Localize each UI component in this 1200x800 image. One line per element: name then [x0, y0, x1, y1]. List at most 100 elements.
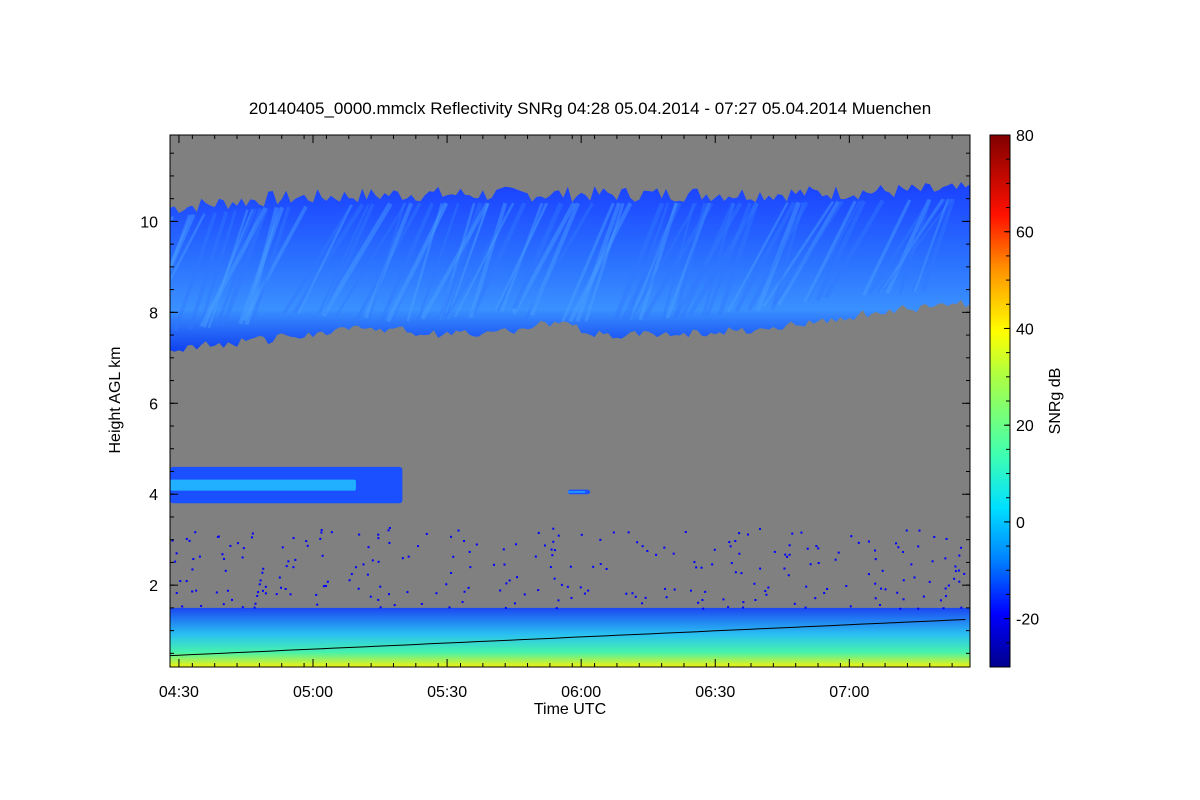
- noise-speckle: [641, 545, 644, 548]
- noise-speckle: [275, 593, 278, 596]
- noise-speckle: [742, 606, 745, 609]
- noise-speckle: [557, 534, 560, 537]
- x-tick-label: 06:30: [695, 684, 735, 701]
- noise-speckle: [734, 571, 737, 574]
- noise-speckle: [728, 541, 731, 544]
- noise-speckle: [281, 546, 284, 549]
- noise-speckle: [804, 606, 807, 609]
- y-tick-label: 10: [140, 214, 158, 231]
- noise-speckle: [292, 566, 295, 569]
- noise-speckle: [457, 529, 460, 532]
- noise-speckle: [599, 563, 602, 566]
- colorbar-tick-label: 60: [1016, 225, 1034, 242]
- noise-speckle: [917, 545, 920, 548]
- noise-speckle: [704, 590, 707, 593]
- noise-speckle: [867, 540, 870, 543]
- noise-speckle: [292, 537, 295, 540]
- noise-speckle: [350, 573, 353, 576]
- noise-speckle: [569, 565, 572, 568]
- noise-speckle: [738, 532, 741, 535]
- noise-speckle: [241, 606, 244, 609]
- noise-speckle: [306, 544, 309, 547]
- noise-speckle: [738, 552, 741, 555]
- noise-speckle: [740, 572, 743, 575]
- noise-speckle: [284, 587, 287, 590]
- noise-speckle: [857, 541, 860, 544]
- noise-speckle: [944, 557, 947, 560]
- noise-speckle: [294, 558, 297, 561]
- noise-speckle: [560, 583, 563, 586]
- noise-speckle: [933, 535, 936, 538]
- noise-speckle: [845, 585, 848, 588]
- colorbar-tick-label: 40: [1016, 321, 1034, 338]
- noise-speckle: [420, 602, 423, 605]
- noise-speckle: [788, 553, 791, 556]
- fall-streak: [170, 215, 175, 225]
- noise-speckle: [742, 601, 745, 604]
- noise-speckle: [362, 563, 365, 566]
- noise-speckle: [644, 596, 647, 599]
- noise-speckle: [583, 592, 586, 595]
- noise-speckle: [570, 596, 573, 599]
- noise-speckle: [663, 587, 666, 590]
- noise-speckle: [322, 585, 325, 588]
- noise-speckle: [837, 551, 840, 554]
- noise-speckle: [672, 552, 675, 555]
- noise-speckle: [416, 545, 419, 548]
- noise-speckle: [287, 560, 290, 563]
- noise-speckle: [226, 589, 229, 592]
- noise-speckle: [537, 589, 540, 592]
- noise-speckle: [673, 588, 676, 591]
- noise-speckle: [695, 566, 698, 569]
- noise-speckle: [592, 565, 595, 568]
- noise-speckle: [636, 541, 639, 544]
- noise-speckle: [369, 595, 372, 598]
- noise-speckle: [553, 549, 556, 552]
- noise-speckle: [406, 591, 409, 594]
- noise-speckle: [963, 572, 966, 575]
- noise-speckle: [230, 598, 233, 601]
- noise-speckle: [625, 592, 628, 595]
- noise-speckle: [834, 558, 837, 561]
- noise-speckle: [817, 562, 820, 565]
- noise-speckle: [366, 573, 369, 576]
- noise-speckle: [850, 535, 853, 538]
- noise-speckle: [192, 558, 195, 561]
- noise-speckle: [815, 545, 818, 548]
- noise-speckle: [264, 585, 267, 588]
- noise-speckle: [942, 607, 945, 610]
- noise-speckle: [371, 559, 374, 562]
- noise-speckle: [793, 602, 796, 605]
- noise-speckle: [902, 579, 905, 582]
- noise-speckle: [631, 592, 634, 595]
- noise-speckle: [665, 596, 668, 599]
- noise-speckle: [261, 589, 264, 592]
- noise-speckle: [348, 579, 351, 582]
- noise-speckle: [326, 580, 329, 583]
- noise-speckle: [729, 545, 732, 548]
- noise-speckle: [502, 548, 505, 551]
- noise-speckle: [905, 529, 908, 532]
- noise-speckle: [823, 592, 826, 595]
- noise-speckle: [499, 589, 502, 592]
- noise-speckle: [693, 561, 696, 564]
- noise-speckle: [388, 593, 391, 596]
- noise-speckle: [253, 606, 256, 609]
- noise-speckle: [587, 589, 590, 592]
- noise-speckle: [881, 569, 884, 572]
- noise-speckle: [223, 557, 226, 560]
- noise-speckle: [200, 604, 203, 607]
- noise-speckle: [734, 540, 737, 543]
- noise-speckle: [289, 593, 292, 596]
- noise-speckle: [475, 543, 478, 546]
- noise-speckle: [605, 567, 608, 570]
- noise-speckle: [367, 546, 370, 549]
- noise-speckle: [939, 599, 942, 602]
- y-tick-label: 6: [149, 396, 158, 413]
- colorbar-tick-label: -20: [1016, 612, 1039, 629]
- noise-speckle: [874, 582, 877, 585]
- layer-core: [567, 491, 586, 493]
- noise-speckle: [684, 531, 687, 534]
- noise-speckle: [215, 591, 218, 594]
- noise-speckle: [960, 606, 963, 609]
